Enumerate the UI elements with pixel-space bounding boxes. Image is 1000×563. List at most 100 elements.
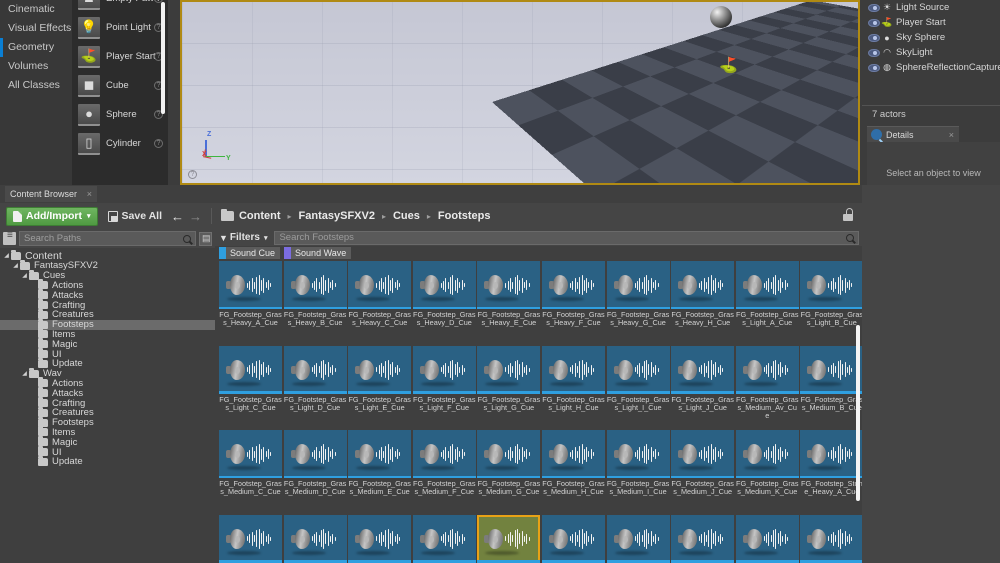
save-all-button[interactable]: Save All	[107, 210, 162, 222]
eye-icon[interactable]	[868, 33, 880, 43]
asset-thumbnail[interactable]	[348, 514, 412, 563]
place-actor-item-cylinder[interactable]: ▯ Cylinder?	[72, 129, 168, 158]
asset-thumbnail[interactable]	[477, 261, 541, 309]
filter-chip-list[interactable]: Sound Cue Sound Wave	[215, 246, 862, 260]
asset-tile[interactable]: FG_Footstep_Grass_Medium_G_Cue	[477, 430, 541, 515]
asset-thumbnail[interactable]	[541, 430, 605, 478]
filters-button[interactable]: ▼ Filters ▾	[219, 232, 267, 243]
nav-forward-button[interactable]: →	[189, 209, 202, 224]
asset-tile[interactable]: FG_Footstep_Grass_Medium_C_Cue	[219, 430, 282, 515]
tree-node-attacks[interactable]: Attacks	[0, 387, 215, 399]
add-import-button[interactable]: Add/Import ▾	[6, 206, 98, 226]
asset-tile[interactable]: FG_Footstep_Grass_Heavy_A_Cue	[219, 261, 282, 346]
close-icon[interactable]: ×	[87, 189, 92, 199]
tree-node-footsteps[interactable]: Footsteps	[0, 416, 215, 428]
world-outliner[interactable]: ☀ Light Source ⛳ Player Start ● Sky Sphere ◠ Sk…	[862, 0, 1000, 110]
asset-thumbnail[interactable]	[800, 261, 862, 309]
outliner-row[interactable]: ◍ SphereReflectionCapture	[862, 60, 1000, 75]
asset-thumbnail[interactable]	[671, 430, 735, 478]
tree-node-footsteps[interactable]: Footsteps	[0, 318, 215, 330]
asset-thumbnail[interactable]	[219, 514, 282, 563]
asset-thumbnail[interactable]	[735, 430, 799, 478]
asset-tile[interactable]: FG_Footstep_Grass_Medium_B_Cue	[800, 345, 862, 431]
place-actors-category-volumes[interactable]: Volumes	[0, 57, 72, 76]
asset-tile[interactable]: FG_Footstep_Grass_Medium_Av_Cue	[735, 345, 799, 431]
breadcrumb[interactable]: Content ▸ FantasySFXV2 ▸ Cues ▸ Footsteps	[220, 209, 490, 222]
asset-thumbnail[interactable]	[219, 261, 282, 309]
asset-thumbnail[interactable]	[477, 514, 541, 563]
asset-search-input[interactable]: Search Footsteps	[274, 230, 859, 245]
asset-tile[interactable]	[541, 514, 605, 563]
asset-thumbnail[interactable]	[283, 430, 347, 478]
place-actor-item-cube[interactable]: ◼ Cube?	[72, 71, 168, 100]
help-icon[interactable]: ?	[154, 139, 163, 148]
tree-node-creatures[interactable]: Creatures	[0, 406, 215, 418]
place-actor-item-empty-pawn[interactable]: ♟Empty Pawn?	[72, 0, 168, 13]
asset-tile[interactable]: FG_Footstep_Grass_Light_D_Cue	[283, 345, 347, 431]
asset-tile[interactable]: FG_Footstep_Grass_Light_C_Cue	[219, 345, 282, 431]
asset-tile[interactable]: FG_Footstep_Grass_Light_I_Cue	[606, 345, 670, 431]
asset-thumbnail[interactable]	[606, 430, 670, 478]
place-actors-category-visual-effects[interactable]: Visual Effects	[0, 19, 72, 38]
asset-tile[interactable]: FG_Footstep_Grass_Medium_D_Cue	[283, 430, 347, 515]
asset-tile[interactable]: FG_Footstep_Grass_Light_J_Cue	[671, 345, 735, 431]
asset-thumbnail[interactable]	[735, 514, 799, 563]
tree-node-items[interactable]: Items	[0, 328, 215, 340]
asset-grid[interactable]: FG_Footstep_Grass_Heavy_A_Cue FG_Footstep…	[215, 261, 862, 563]
asset-tile[interactable]	[671, 514, 735, 563]
outliner-row[interactable]: ☀ Light Source	[862, 0, 1000, 15]
asset-thumbnail[interactable]	[735, 345, 799, 394]
tree-node-actions[interactable]: Actions	[0, 279, 215, 291]
asset-thumbnail[interactable]	[412, 261, 476, 309]
tree-node-content[interactable]: ◢ Content	[0, 249, 215, 262]
asset-thumbnail[interactable]	[800, 514, 862, 563]
asset-tile[interactable]	[283, 514, 347, 563]
asset-thumbnail[interactable]	[219, 345, 282, 394]
breadcrumb-item-content[interactable]: Content	[239, 210, 281, 222]
nav-back-button[interactable]: ←	[171, 209, 184, 224]
tree-node-actions[interactable]: Actions	[0, 377, 215, 389]
asset-tile[interactable]	[412, 514, 476, 563]
asset-tile[interactable]: FG_Footstep_Grass_Heavy_B_Cue	[283, 261, 347, 346]
search-paths-input[interactable]: Search Paths	[19, 231, 196, 246]
asset-thumbnail[interactable]	[606, 514, 670, 563]
asset-tile[interactable]: FG_Footstep_Grass_Medium_J_Cue	[671, 430, 735, 515]
tree-expander[interactable]: ◢	[20, 370, 29, 377]
outliner-row[interactable]: ⛳ Player Start	[862, 15, 1000, 30]
tree-node-update[interactable]: Update	[0, 455, 215, 467]
tree-node-attacks[interactable]: Attacks	[0, 289, 215, 301]
asset-thumbnail[interactable]	[800, 345, 862, 394]
asset-thumbnail[interactable]	[283, 345, 347, 394]
eye-icon[interactable]	[868, 48, 880, 58]
asset-tile[interactable]: FG_Footstep_Grass_Heavy_D_Cue	[412, 261, 476, 346]
path-filter-icon[interactable]	[3, 230, 16, 245]
asset-tile[interactable]: FG_Footstep_Grass_Heavy_G_Cue	[606, 261, 670, 346]
asset-tile[interactable]	[348, 514, 412, 563]
tree-node-creatures[interactable]: Creatures	[0, 308, 215, 320]
asset-thumbnail[interactable]	[477, 430, 541, 478]
asset-thumbnail[interactable]	[541, 345, 605, 394]
asset-thumbnail[interactable]	[606, 261, 670, 309]
tree-expander[interactable]: ◢	[11, 262, 20, 269]
asset-thumbnail[interactable]	[412, 430, 476, 478]
filter-chip-sound-cue[interactable]: Sound Cue	[219, 247, 281, 259]
outliner-row[interactable]: ● Sky Sphere	[862, 30, 1000, 45]
place-actors-item-list[interactable]: ♟Empty Pawn?💡Point Light?⛳Player Start?◼…	[72, 0, 168, 185]
sky-sphere-actor[interactable]	[710, 6, 732, 28]
tree-node-wav[interactable]: ◢ Wav	[0, 367, 215, 379]
asset-thumbnail[interactable]	[541, 514, 605, 563]
paths-options-button[interactable]	[199, 231, 212, 246]
player-start-actor-icon[interactable]: ⛳	[719, 57, 738, 75]
asset-tree[interactable]: ◢ Content ◢ FantasySFXV2 ◢ Cues Actions Attacks…	[0, 248, 215, 563]
asset-thumbnail[interactable]	[283, 514, 347, 563]
viewport-help-icon[interactable]: ?	[188, 170, 197, 179]
place-actor-item-sphere[interactable]: ● Sphere?	[72, 100, 168, 129]
asset-thumbnail[interactable]	[671, 514, 735, 563]
asset-thumbnail[interactable]	[412, 514, 476, 563]
asset-thumbnail[interactable]	[348, 261, 412, 309]
asset-thumbnail[interactable]	[412, 345, 476, 394]
asset-thumbnail[interactable]	[541, 261, 605, 309]
tab-content-browser[interactable]: Content Browser ×	[5, 186, 97, 202]
outliner-row[interactable]: ◠ SkyLight	[862, 45, 1000, 60]
place-actor-item-player-start[interactable]: ⛳ Player Start?	[72, 42, 168, 71]
